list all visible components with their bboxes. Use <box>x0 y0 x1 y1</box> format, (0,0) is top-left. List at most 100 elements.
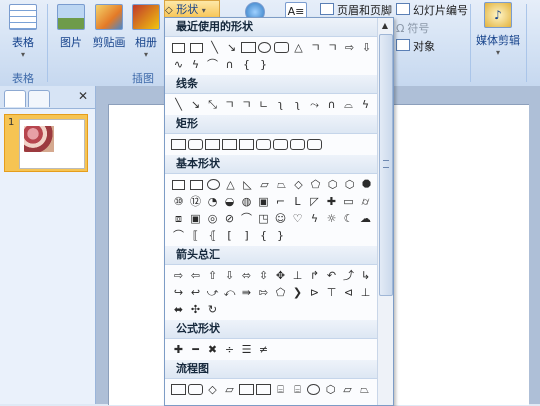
vertical-textbox-icon[interactable] <box>190 180 203 190</box>
smiley-face-icon[interactable]: ☺ <box>273 211 288 226</box>
freeform-shape-icon[interactable]: ϟ <box>188 57 203 72</box>
elbow-arrow-shape-icon[interactable]: ㄱ <box>325 40 340 55</box>
bevel-icon[interactable]: ▣ <box>188 211 203 226</box>
rounded-rectangle-icon[interactable] <box>188 139 203 150</box>
double-arrow-icon[interactable]: ⤡ <box>205 97 220 112</box>
curved-right-arrow-icon[interactable]: ↪ <box>171 285 186 300</box>
right-arrow-callout-icon[interactable]: ⊳ <box>307 285 322 300</box>
header-footer-button[interactable]: 页眉和页脚 <box>320 2 392 18</box>
document-icon[interactable]: ⌸ <box>273 382 288 397</box>
dodecagon-icon[interactable]: ⑫ <box>188 194 203 209</box>
left-arrow-callout-icon[interactable]: ⊲ <box>341 285 356 300</box>
u-turn-arrow-icon[interactable]: ↶ <box>324 268 339 283</box>
process-icon[interactable] <box>171 384 186 395</box>
left-right-arrow-callout-icon[interactable]: ⬌ <box>171 302 186 317</box>
scrollbar-thumb[interactable] <box>379 34 393 296</box>
left-arrow-icon[interactable]: ⇦ <box>188 268 203 283</box>
rounded-rectangle-shape-icon[interactable] <box>274 42 289 53</box>
arrow-icon[interactable]: ↘ <box>188 97 203 112</box>
bent-arrow-icon[interactable]: ↱ <box>307 268 322 283</box>
round-same-side-rectangle-icon[interactable] <box>290 139 305 150</box>
elbow-connector-shape-icon[interactable]: ㄱ <box>308 40 323 55</box>
hexagon-icon[interactable]: ⬡ <box>325 177 340 192</box>
gallery-scrollbar[interactable]: ▲ <box>377 18 393 405</box>
curved-double-arrow-connector-icon[interactable]: ⤳ <box>307 97 322 112</box>
plus-icon[interactable]: ✚ <box>171 342 186 357</box>
chord-icon[interactable]: ◒ <box>222 194 237 209</box>
quad-arrow-icon[interactable]: ✥ <box>273 268 288 283</box>
half-frame-icon[interactable]: ⌐ <box>273 194 288 209</box>
left-right-arrow-icon[interactable]: ⬄ <box>239 268 254 283</box>
heptagon-icon[interactable]: ⬡ <box>342 177 357 192</box>
up-arrow-callout-icon[interactable]: ⊥ <box>358 285 373 300</box>
close-icon[interactable]: ✕ <box>78 89 88 103</box>
diamond-icon[interactable]: ◇ <box>291 177 306 192</box>
arrow-line-shape-icon[interactable]: ↘ <box>224 40 239 55</box>
slide-thumbnail[interactable]: 1 <box>4 114 88 172</box>
double-bracket-icon[interactable]: ⟦ <box>188 228 203 243</box>
internal-storage-icon[interactable] <box>256 384 271 395</box>
right-triangle-icon[interactable]: ◺ <box>240 177 255 192</box>
curved-connector-icon[interactable]: ʅ <box>273 97 288 112</box>
curved-left-arrow-icon[interactable]: ↩ <box>188 285 203 300</box>
scroll-up-icon[interactable]: ▲ <box>380 21 390 31</box>
album-button[interactable]: 相册 ▾ <box>132 4 160 59</box>
curved-up-arrow-icon[interactable]: ⤻ <box>205 285 220 300</box>
quad-arrow-callout-icon[interactable]: ✣ <box>188 302 203 317</box>
left-up-arrow-icon[interactable]: ⤴ <box>341 268 356 283</box>
down-arrow-callout-icon[interactable]: ⊤ <box>324 285 339 300</box>
isosceles-triangle-icon[interactable]: △ <box>223 177 238 192</box>
curve-icon[interactable]: ∩ <box>324 97 339 112</box>
terminator-icon[interactable] <box>307 384 320 395</box>
oval-icon[interactable] <box>207 179 220 190</box>
decagon-icon[interactable]: ⑩ <box>171 194 186 209</box>
cross-icon[interactable]: ✚ <box>324 194 339 209</box>
round-diagonal-rectangle-icon[interactable] <box>307 139 322 150</box>
heart-icon[interactable]: ♡ <box>290 211 305 226</box>
line-icon[interactable]: ╲ <box>171 97 186 112</box>
pentagon-arrow-icon[interactable]: ⬠ <box>273 285 288 300</box>
table-button[interactable]: 表格 ▾ <box>6 4 40 59</box>
object-button[interactable]: 对象 <box>396 38 435 54</box>
tab-slides[interactable] <box>4 90 26 107</box>
trapezoid-icon[interactable]: ⏢ <box>274 177 289 192</box>
donut-icon[interactable]: ◎ <box>205 211 220 226</box>
cloud-icon[interactable]: ☁ <box>358 211 373 226</box>
parallelogram-icon[interactable]: ▱ <box>257 177 272 192</box>
round-single-corner-rectangle-icon[interactable] <box>273 139 288 150</box>
arc-icon[interactable]: ⌒ <box>171 228 186 243</box>
up-down-arrow-icon[interactable]: ⇳ <box>256 268 271 283</box>
diagonal-stripe-icon[interactable]: ◸ <box>307 194 322 209</box>
down-arrow-icon[interactable]: ⇩ <box>222 268 237 283</box>
predefined-process-icon[interactable] <box>239 384 254 395</box>
teardrop-icon[interactable]: ◍ <box>239 194 254 209</box>
right-brace-shape-icon[interactable]: } <box>256 57 271 72</box>
double-brace-icon[interactable]: ⦃ <box>205 228 220 243</box>
textbox-shape-icon[interactable] <box>172 43 185 53</box>
moon-icon[interactable]: ☾ <box>341 211 356 226</box>
textbox-icon[interactable] <box>172 180 185 190</box>
snip-same-side-rectangle-icon[interactable] <box>222 139 237 150</box>
up-arrow-icon[interactable]: ⇧ <box>205 268 220 283</box>
alternate-process-icon[interactable] <box>188 384 203 395</box>
media-clip-button[interactable]: ♪ 媒体剪辑 ▾ <box>472 2 524 57</box>
curved-arrow-connector-icon[interactable]: ʅ <box>290 97 305 112</box>
rectangle-icon[interactable] <box>171 139 186 150</box>
left-right-up-arrow-icon[interactable]: ⊥ <box>290 268 305 283</box>
circular-arrow-icon[interactable]: ↻ <box>205 302 220 317</box>
manual-input-icon[interactable]: ⏥ <box>340 382 355 397</box>
plaque-icon[interactable]: ▭ <box>341 194 356 209</box>
curve-shape-icon[interactable]: ∿ <box>171 57 186 72</box>
lightning-bolt-icon[interactable]: ϟ <box>307 211 322 226</box>
tab-outline[interactable] <box>28 90 50 107</box>
manual-operation-icon[interactable]: ⏢ <box>357 382 372 397</box>
decision-icon[interactable]: ◇ <box>205 382 220 397</box>
data-icon[interactable]: ▱ <box>222 382 237 397</box>
block-arc-icon[interactable]: ⌒ <box>239 211 254 226</box>
bent-up-arrow-icon[interactable]: ↳ <box>358 268 373 283</box>
folded-corner-icon[interactable]: ◳ <box>256 211 271 226</box>
divide-icon[interactable]: ÷ <box>222 342 237 357</box>
oval-shape-icon[interactable] <box>258 42 271 53</box>
symbol-button[interactable]: Ω 符号 <box>396 20 429 36</box>
elbow-double-arrow-connector-icon[interactable]: ㄴ <box>256 97 271 112</box>
